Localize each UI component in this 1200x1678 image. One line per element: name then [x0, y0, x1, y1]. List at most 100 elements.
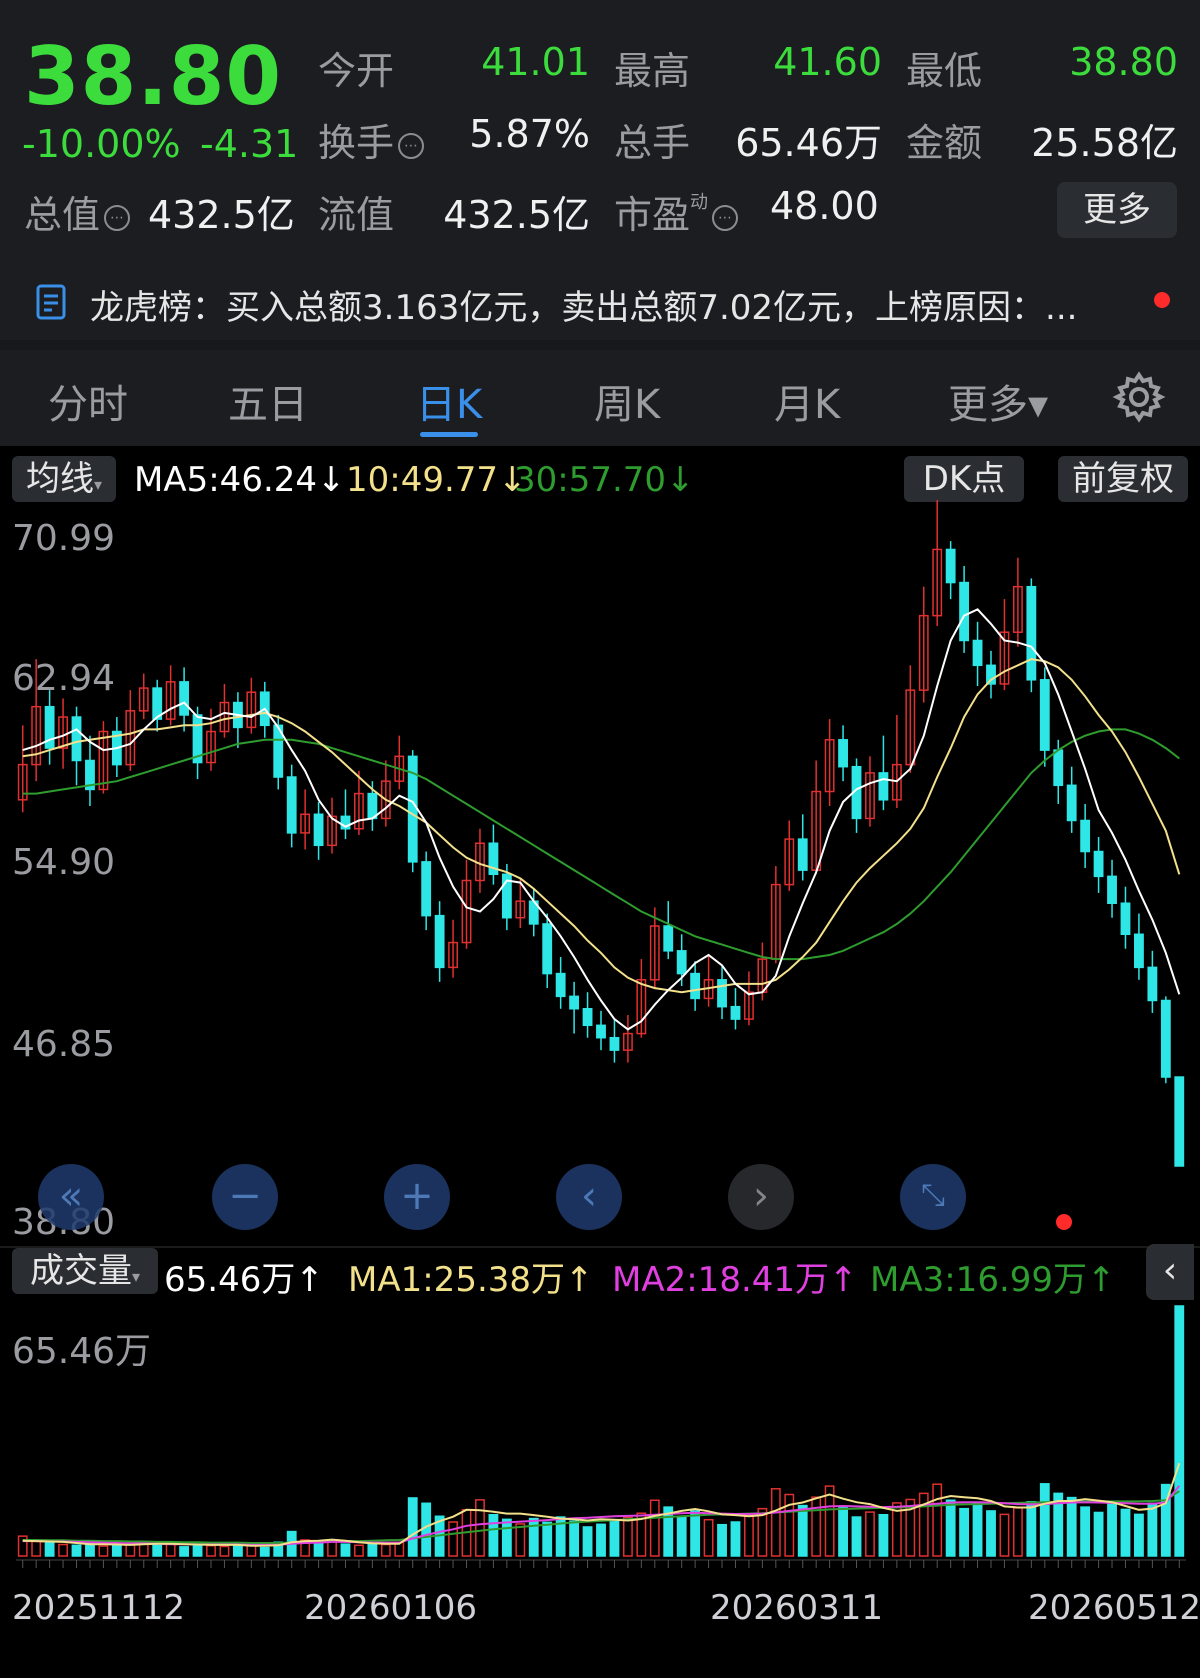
info-icon[interactable]: ⋯	[104, 204, 131, 231]
date-label: 20260512	[1028, 1588, 1200, 1628]
turnover-label-text: 换手	[318, 121, 395, 165]
zoom-in-button[interactable]: +	[384, 1164, 450, 1230]
change-percent: -10.00%	[22, 122, 181, 166]
ma30-line	[22, 728, 1180, 961]
candle-body	[717, 979, 727, 1008]
dragon-tiger-notice[interactable]: 龙虎榜：买入总额3.163亿元，卖出总额7.02亿元，上榜原因：...	[0, 262, 1200, 342]
candle-body	[878, 772, 889, 801]
volume-bar	[259, 1546, 270, 1557]
volume-value: 65.46万	[735, 121, 882, 165]
volume-bar	[219, 1545, 230, 1557]
volume-bar	[475, 1499, 485, 1557]
step-right-button[interactable]: ›	[728, 1164, 794, 1230]
volume-bar	[703, 1518, 714, 1557]
volume-bar	[649, 1499, 660, 1557]
volume-bar	[44, 1541, 55, 1557]
step-left-button[interactable]: ‹	[556, 1164, 622, 1230]
candle-body	[71, 716, 82, 762]
volume-bar	[488, 1514, 499, 1557]
more-button[interactable]: 更多	[1057, 182, 1177, 238]
tab-monthly-k[interactable]: 月K	[774, 372, 840, 430]
tab-weekly-k[interactable]: 周K	[594, 372, 660, 430]
info-icon[interactable]: ⋯	[398, 132, 425, 159]
total-cap-value: 432.5亿	[148, 193, 295, 237]
volume-bar	[501, 1518, 512, 1557]
volume-bar	[986, 1510, 996, 1557]
volume-bar	[1120, 1508, 1131, 1557]
volume-axis-max: 65.46万	[12, 1331, 152, 1372]
ma10-line	[22, 658, 1181, 994]
volume-bar	[932, 1483, 943, 1557]
volume-bar	[676, 1515, 687, 1557]
candle-body	[1066, 784, 1077, 822]
candle-body	[421, 861, 432, 917]
settings-gear-icon[interactable]	[1112, 370, 1166, 424]
low-label: 最低	[906, 49, 983, 93]
info-icon[interactable]: ⋯	[712, 204, 739, 231]
volume-bar	[959, 1507, 970, 1557]
candle-body	[609, 1036, 620, 1051]
change-amount: -4.31	[200, 122, 299, 166]
tab-five-day[interactable]: 五日	[228, 372, 308, 430]
float-cap-value: 432.5亿	[443, 193, 590, 237]
volume-bar	[1107, 1503, 1117, 1557]
candle-body	[1080, 819, 1091, 853]
turnover-value: 5.87%	[469, 112, 590, 156]
high-value: 41.60	[773, 40, 882, 84]
unread-dot	[1154, 292, 1170, 308]
tab-intraday[interactable]: 分时	[48, 372, 128, 430]
last-price: 38.80	[24, 30, 283, 123]
candle-body	[434, 914, 445, 969]
volume-bar	[85, 1542, 95, 1557]
pe-label[interactable]: 市盈动⋯	[614, 184, 739, 239]
volume-bar	[1026, 1501, 1037, 1557]
total-cap-label-text: 总值	[24, 193, 101, 237]
date-label: 20251112	[12, 1588, 186, 1628]
volume-bar	[1066, 1496, 1077, 1557]
turnover-label[interactable]: 换手 ⋯	[318, 112, 425, 167]
period-tabs: 分时 五日 日K 周K 月K 更多▾	[0, 350, 1200, 446]
volume-bar	[515, 1523, 526, 1557]
volume-bar	[354, 1544, 364, 1557]
vol-ma3-value: MA3:16.99万↑	[870, 1252, 1116, 1301]
volume-bar	[232, 1543, 243, 1557]
price-axis-label: 70.99	[12, 518, 116, 559]
total-cap-label[interactable]: 总值 ⋯	[24, 184, 131, 239]
volume-bar	[206, 1544, 216, 1557]
volume-value-readout: 65.46万↑	[164, 1252, 324, 1301]
scroll-start-button[interactable]: «	[38, 1164, 104, 1230]
volume-bar	[972, 1502, 983, 1557]
high-label: 最高	[614, 49, 691, 93]
candle-body	[838, 739, 848, 768]
volume-indicator-selector[interactable]: 成交量▾	[12, 1248, 158, 1294]
volume-bar	[542, 1521, 553, 1557]
volume-bar	[999, 1513, 1010, 1557]
zoom-out-button[interactable]: −	[212, 1164, 278, 1230]
volume-bar	[58, 1543, 68, 1557]
candle-body	[542, 923, 553, 975]
collapse-panel-button[interactable]: ‹	[1146, 1244, 1194, 1300]
vol-ma2-value: MA2:18.41万↑	[612, 1252, 858, 1301]
candle-body	[690, 972, 701, 1000]
volume-readout-text: 65.46万	[164, 1260, 296, 1300]
volume-bar	[1174, 1305, 1185, 1557]
notice-text: 龙虎榜：买入总额3.163亿元，卖出总额7.02亿元，上榜原因：...	[90, 288, 1078, 328]
candle-body	[676, 950, 687, 975]
kline-svg[interactable]	[0, 446, 1200, 1678]
volume-bar	[1012, 1507, 1023, 1557]
volume-bar	[717, 1523, 727, 1557]
volume-bar	[192, 1543, 203, 1557]
price-axis-label: 46.85	[12, 1024, 116, 1065]
volume-bar	[744, 1514, 754, 1557]
volume-bar	[1039, 1483, 1050, 1557]
vol-ma1-value: MA1:25.38万↑	[348, 1252, 594, 1301]
tab-daily-k[interactable]: 日K	[416, 372, 482, 430]
volume-bar	[165, 1543, 176, 1557]
volume-bar	[730, 1521, 741, 1557]
volume-bar	[179, 1546, 190, 1557]
tab-more[interactable]: 更多▾	[948, 372, 1048, 430]
fullscreen-icon[interactable]: ⤡	[900, 1164, 966, 1230]
open-label: 今开	[318, 49, 395, 93]
volume-bar	[98, 1545, 109, 1557]
volume-bar	[528, 1517, 539, 1557]
